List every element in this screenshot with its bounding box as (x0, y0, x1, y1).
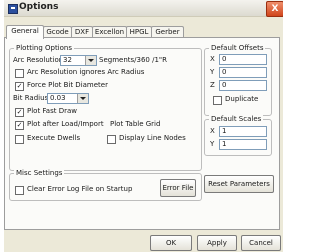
duplicate-checkbox[interactable] (213, 96, 222, 105)
plotting-options-legend: Plotting Options (14, 44, 74, 52)
clear-error-log-checkbox[interactable] (15, 186, 24, 195)
offset-x-label: X (210, 55, 215, 63)
force-plot-bit-diameter-checkbox[interactable]: ✓ (15, 82, 24, 91)
default-scales-group: Default Scales X 1 Y 1 (204, 115, 272, 156)
general-tab-panel: Plotting Options Arc Resolution: 32 Segm… (4, 37, 280, 230)
duplicate-label: Duplicate (225, 95, 259, 103)
options-dialog: Options X General Gcode DXF Excellon HPG… (4, 0, 283, 252)
scale-x-label: X (210, 127, 215, 135)
arc-resolution-dropdown[interactable]: 32 (60, 55, 97, 66)
app-icon (8, 4, 18, 14)
plot-table-grid-label[interactable]: Plot Table Grid (110, 120, 160, 129)
display-line-nodes-checkbox[interactable] (107, 135, 116, 144)
arc-resolution-units: Segments/360 /1"R (99, 56, 167, 64)
plot-after-load-import-checkbox[interactable]: ✓ (15, 121, 24, 130)
checkmark-icon: ✓ (16, 108, 23, 116)
execute-dwells-checkbox[interactable] (15, 135, 24, 144)
arc-resolution-label: Arc Resolution: (13, 56, 66, 64)
reset-parameters-button[interactable]: Reset Parameters (204, 175, 274, 193)
chevron-down-icon[interactable] (77, 94, 88, 103)
checkmark-icon: ✓ (16, 121, 23, 129)
display-line-nodes-label: Display Line Nodes (119, 134, 186, 142)
arc-resolution-ignores-radius-checkbox[interactable] (15, 69, 24, 78)
arc-resolution-ignores-radius-label: Arc Resolution ignores Arc Radius (27, 68, 145, 76)
scale-y-label: Y (210, 140, 215, 148)
offset-y-input[interactable]: 0 (219, 67, 267, 78)
offset-z-input[interactable]: 0 (219, 80, 267, 91)
plot-fast-draw-checkbox[interactable]: ✓ (15, 108, 24, 117)
title-bar[interactable]: Options X (4, 0, 283, 17)
scale-y-input[interactable]: 1 (219, 139, 267, 150)
ok-button[interactable]: OK (150, 235, 192, 251)
plot-fast-draw-label: Plot Fast Draw (27, 107, 77, 115)
clear-error-log-label: Clear Error Log File on Startup (27, 185, 133, 193)
default-offsets-group: Default Offsets X 0 Y 0 Z 0 Duplicate (204, 44, 272, 116)
scale-x-input[interactable]: 1 (219, 126, 267, 137)
tab-general[interactable]: General (6, 25, 44, 39)
default-offsets-legend: Default Offsets (209, 44, 266, 52)
plotting-options-group: Plotting Options Arc Resolution: 32 Segm… (9, 44, 202, 171)
window-title: Options (19, 2, 59, 12)
chevron-down-icon[interactable] (85, 56, 96, 65)
bit-radius-label: Bit Radius: (13, 94, 51, 102)
arc-resolution-value: 32 (63, 56, 72, 64)
force-plot-bit-diameter-label: Force Plot Bit Diameter (27, 81, 108, 89)
offset-z-label: Z (210, 81, 215, 89)
plot-after-load-import-label: Plot after Load/Import (27, 120, 104, 128)
offset-x-input[interactable]: 0 (219, 54, 267, 65)
error-file-button[interactable]: Error File (160, 179, 196, 197)
misc-settings-legend: Misc Settings (14, 169, 65, 177)
execute-dwells-label: Execute Dwells (27, 134, 81, 142)
apply-button[interactable]: Apply (197, 235, 237, 251)
close-button[interactable]: X (266, 1, 283, 17)
bit-radius-dropdown[interactable]: 0.03 (47, 93, 89, 104)
misc-settings-group: Misc Settings Clear Error Log File on St… (9, 169, 202, 201)
checkmark-icon: ✓ (16, 82, 23, 90)
default-scales-legend: Default Scales (209, 115, 264, 123)
close-icon: X (271, 4, 279, 14)
offset-y-label: Y (210, 68, 215, 76)
cancel-button[interactable]: Cancel (241, 235, 281, 251)
bit-radius-value: 0.03 (50, 94, 66, 102)
